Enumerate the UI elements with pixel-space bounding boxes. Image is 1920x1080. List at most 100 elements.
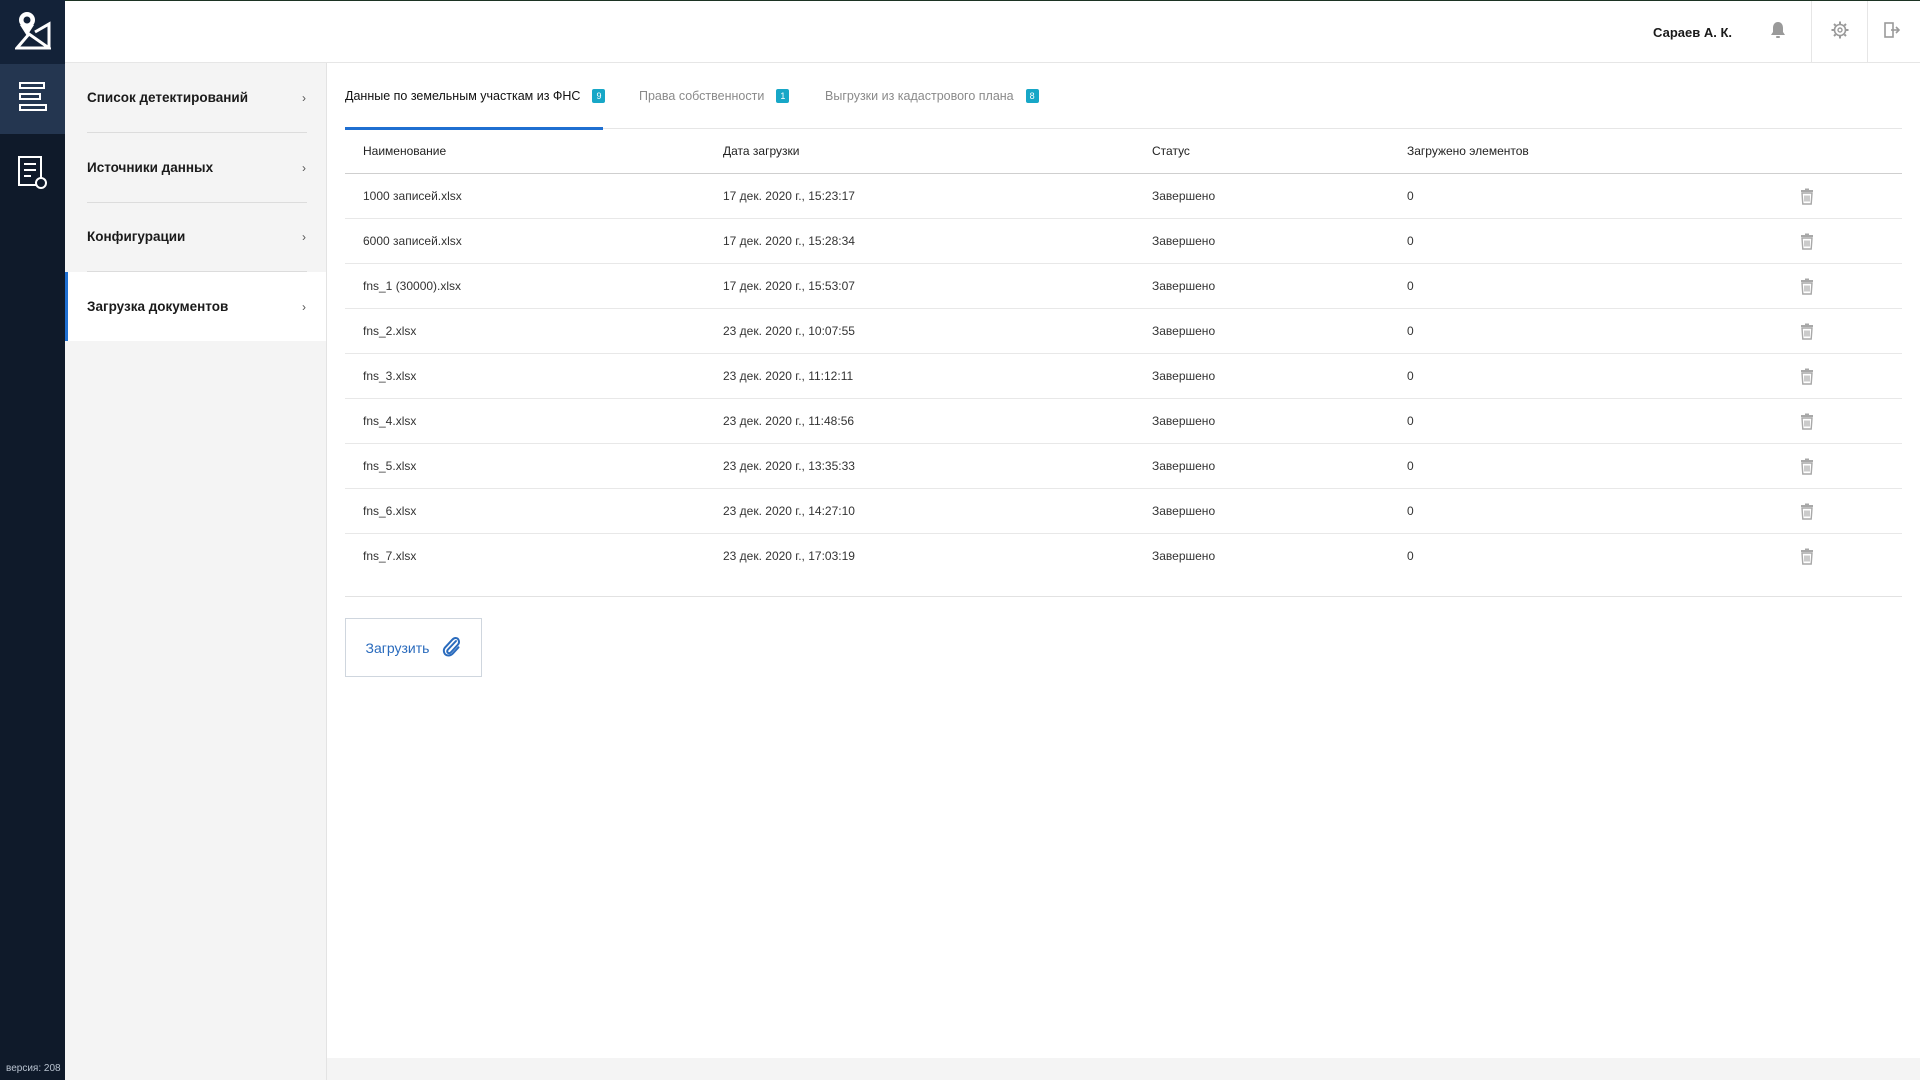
- sidebar-item-label: Список детектирований: [87, 90, 249, 105]
- tab-cadastral-exports[interactable]: Выгрузки из кадастрового плана 8: [825, 63, 1039, 129]
- settings-button[interactable]: [1812, 1, 1868, 63]
- trash-icon[interactable]: [1800, 233, 1814, 250]
- table-row[interactable]: fns_6.xlsx 23 дек. 2020 г., 14:27:10 Завер…: [345, 489, 1902, 534]
- cell-loaded: 0: [1407, 324, 1414, 338]
- app-logo[interactable]: [0, 0, 65, 64]
- cell-status: Завершено: [1152, 549, 1216, 563]
- tab-count-badge: 8: [1025, 89, 1039, 103]
- top-header: Сараев А. К.: [65, 0, 1920, 63]
- cell-status: Завершено: [1152, 234, 1216, 248]
- table-bottom-divider: [345, 596, 1902, 597]
- tab-label: Права собственности: [639, 89, 765, 103]
- upload-button[interactable]: Загрузить: [345, 618, 482, 677]
- cell-name: 1000 записей.xlsx: [363, 189, 462, 203]
- notifications-button[interactable]: [1750, 1, 1806, 63]
- column-header-status[interactable]: Статус: [1152, 129, 1190, 174]
- cell-date: 23 дек. 2020 г., 11:12:11: [723, 369, 854, 383]
- logout-icon: [1883, 21, 1901, 44]
- tab-bar: Данные по земельным участкам из ФНС 9 Пр…: [345, 63, 1902, 130]
- version-label: версия: 208: [6, 1063, 61, 1074]
- sidebar-item-document-upload[interactable]: Загрузка документов ›: [65, 272, 326, 341]
- chevron-right-icon: ›: [302, 90, 306, 105]
- cell-date: 23 дек. 2020 г., 10:07:55: [723, 324, 855, 338]
- section-sidebar: Список детектирований › Источники данных…: [65, 63, 327, 1080]
- table-row[interactable]: fns_4.xlsx 23 дек. 2020 г., 11:48:56 Завер…: [345, 399, 1902, 444]
- table-row[interactable]: fns_2.xlsx 23 дек. 2020 г., 10:07:55 Завер…: [345, 309, 1902, 354]
- trash-icon[interactable]: [1800, 548, 1814, 565]
- column-header-loaded[interactable]: Загружено элементов: [1407, 129, 1529, 174]
- cell-date: 23 дек. 2020 г., 11:48:56: [723, 414, 855, 428]
- trash-icon[interactable]: [1800, 323, 1814, 340]
- upload-button-label: Загрузить: [365, 639, 430, 656]
- chevron-right-icon: ›: [302, 160, 306, 175]
- paperclip-icon: [441, 634, 461, 661]
- user-name[interactable]: Сараев А. К.: [1653, 25, 1732, 40]
- table-body: 1000 записей.xlsx 17 дек. 2020 г., 15:23:…: [345, 174, 1902, 579]
- trash-icon[interactable]: [1800, 503, 1814, 520]
- cell-status: Завершено: [1152, 369, 1216, 383]
- cell-date: 23 дек. 2020 г., 17:03:19: [723, 549, 855, 563]
- cell-status: Завершено: [1152, 504, 1216, 518]
- logout-button[interactable]: [1864, 1, 1920, 63]
- table-row[interactable]: fns_7.xlsx 23 дек. 2020 г., 17:03:19 Завер…: [345, 534, 1902, 579]
- trash-icon[interactable]: [1800, 413, 1814, 430]
- cell-name: 6000 записей.xlsx: [363, 234, 462, 248]
- cell-name: fns_1 (30000).xlsx: [363, 279, 462, 293]
- table-row[interactable]: fns_1 (30000).xlsx 17 дек. 2020 г., 15:53…: [345, 264, 1902, 309]
- cell-date: 17 дек. 2020 г., 15:28:34: [723, 234, 855, 248]
- chevron-right-icon: ›: [302, 299, 306, 314]
- cell-name: fns_6.xlsx: [363, 504, 417, 518]
- map-pin-logo-icon: [13, 10, 54, 55]
- cell-name: fns_2.xlsx: [363, 324, 417, 338]
- cell-date: 17 дек. 2020 г., 15:53:07: [723, 279, 855, 293]
- cell-loaded: 0: [1407, 189, 1414, 203]
- cell-loaded: 0: [1407, 504, 1414, 518]
- tab-label: Выгрузки из кадастрового плана: [825, 89, 1014, 103]
- cell-date: 23 дек. 2020 г., 13:35:33: [723, 459, 855, 473]
- cell-name: fns_5.xlsx: [363, 459, 417, 473]
- cell-loaded: 0: [1407, 549, 1414, 563]
- tab-fns-land-data[interactable]: Данные по земельным участкам из ФНС 9: [345, 63, 606, 130]
- sidebar-item-data-sources[interactable]: Источники данных ›: [65, 133, 326, 202]
- table-row[interactable]: 6000 записей.xlsx 17 дек. 2020 г., 15:28:…: [345, 219, 1902, 264]
- trash-icon[interactable]: [1800, 458, 1814, 475]
- sidebar-item-label: Источники данных: [87, 160, 214, 175]
- cell-status: Завершено: [1152, 189, 1216, 203]
- trash-icon[interactable]: [1800, 188, 1814, 205]
- trash-icon[interactable]: [1800, 278, 1814, 295]
- sidebar-item-detections[interactable]: Список детектирований ›: [65, 63, 326, 132]
- tab-count-badge: 1: [776, 89, 790, 103]
- cell-date: 17 дек. 2020 г., 15:23:17: [723, 189, 855, 203]
- sidebar-item-label: Загрузка документов: [87, 299, 229, 314]
- column-header-date[interactable]: Дата загрузки: [723, 129, 799, 174]
- tab-ownership-rights[interactable]: Права собственности 1: [639, 63, 790, 129]
- cell-loaded: 0: [1407, 279, 1414, 293]
- tab-label: Данные по земельным участкам из ФНС: [345, 89, 581, 103]
- gear-icon: [1831, 21, 1849, 44]
- cell-name: fns_4.xlsx: [363, 414, 417, 428]
- bell-icon: [1770, 21, 1786, 44]
- rail-item-list[interactable]: [0, 64, 65, 134]
- list-icon: [17, 80, 49, 119]
- table-row[interactable]: fns_5.xlsx 23 дек. 2020 г., 13:35:33 Завер…: [345, 444, 1902, 489]
- cell-status: Завершено: [1152, 324, 1216, 338]
- chevron-right-icon: ›: [302, 229, 306, 244]
- cell-name: fns_7.xlsx: [363, 549, 417, 563]
- trash-icon[interactable]: [1800, 368, 1814, 385]
- app-rail: версия: 208: [0, 0, 65, 1080]
- table-header: Наименование Дата загрузки Статус Загруж…: [345, 129, 1902, 174]
- tab-count-badge: 9: [592, 89, 606, 103]
- cell-loaded: 0: [1407, 459, 1414, 473]
- table-row[interactable]: fns_3.xlsx 23 дек. 2020 г., 11:12:11 Завер…: [345, 354, 1902, 399]
- cell-date: 23 дек. 2020 г., 14:27:10: [723, 504, 855, 518]
- main-content: Данные по земельным участкам из ФНС 9 Пр…: [327, 63, 1920, 1058]
- rail-item-documents[interactable]: [0, 140, 65, 210]
- sidebar-item-configurations[interactable]: Конфигурации ›: [65, 202, 326, 271]
- document-search-icon: [17, 155, 49, 196]
- cell-loaded: 0: [1407, 234, 1414, 248]
- column-header-name[interactable]: Наименование: [363, 129, 446, 174]
- cell-status: Завершено: [1152, 279, 1216, 293]
- table-row[interactable]: 1000 записей.xlsx 17 дек. 2020 г., 15:23:…: [345, 174, 1902, 219]
- cell-status: Завершено: [1152, 459, 1216, 473]
- cell-loaded: 0: [1407, 369, 1414, 383]
